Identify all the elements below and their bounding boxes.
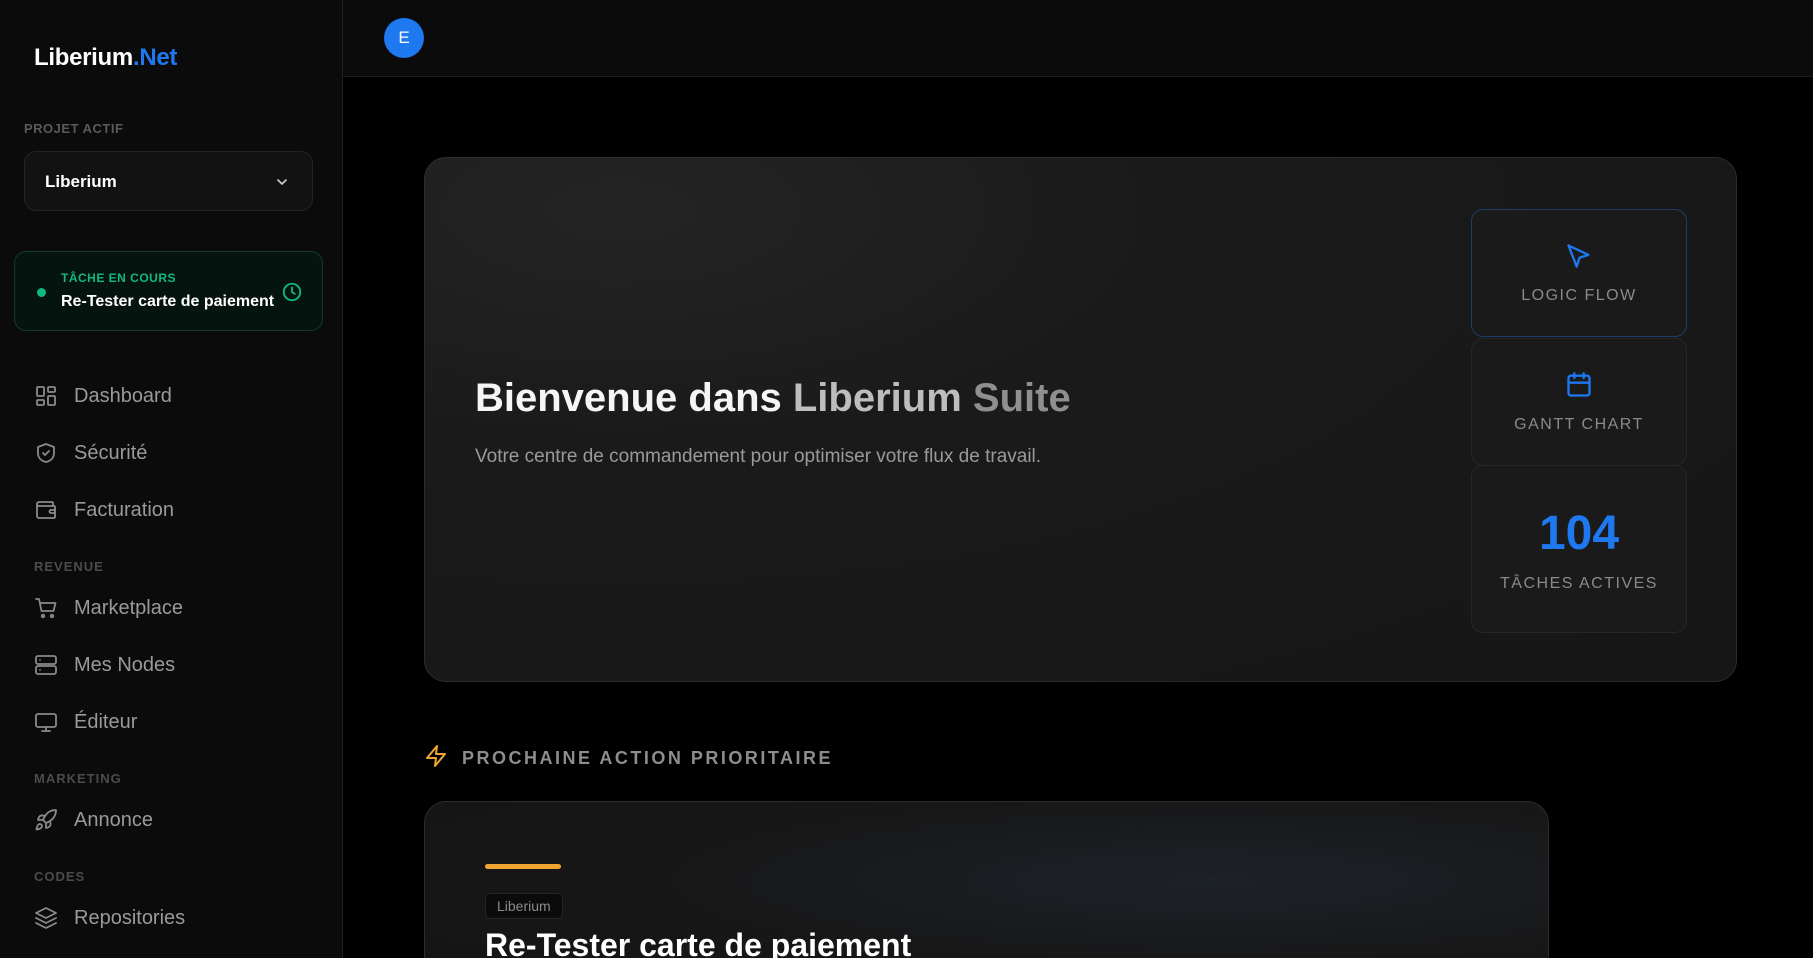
logic-flow-tile[interactable]: LOGIC FLOW <box>1471 209 1687 337</box>
server-icon <box>34 653 58 677</box>
sidebar-item-label: Repositories <box>74 906 186 929</box>
app-logo[interactable]: Liberium.Net <box>34 44 177 72</box>
sidebar-item-label: Mes Nodes <box>74 653 176 676</box>
sidebar-item-facturation[interactable]: Facturation <box>34 495 174 525</box>
dashboard-icon <box>34 384 58 408</box>
hero-title-part3: Suite <box>961 376 1071 420</box>
topbar: E <box>343 0 1813 77</box>
sidebar-item-label: Éditeur <box>74 710 138 733</box>
next-action-heading-text: PROCHAINE ACTION PRIORITAIRE <box>462 748 834 768</box>
current-task-name: Re-Tester carte de paiement <box>61 293 275 310</box>
current-task-label: TÂCHE EN COURS <box>61 271 177 285</box>
cart-icon <box>34 596 58 620</box>
logo-accent: .Net <box>132 44 178 71</box>
logo-text: Liberium <box>34 44 133 71</box>
sidebar-item-label: Dashboard <box>74 384 172 407</box>
hero-subtitle: Votre centre de commandement pour optimi… <box>475 446 1042 467</box>
project-select[interactable]: Liberium <box>24 151 313 211</box>
next-action-card[interactable]: Liberium Re-Tester carte de paiement <box>424 801 1549 958</box>
lightning-icon <box>424 744 448 773</box>
active-tasks-label: TÂCHES ACTIVES <box>1500 574 1658 592</box>
sidebar: Liberium.Net PROJET ACTIF Liberium TÂCHE… <box>0 0 343 958</box>
next-action-title: Re-Tester carte de paiement <box>485 927 912 958</box>
sidebar-item-editeur[interactable]: Éditeur <box>34 707 137 737</box>
project-label: PROJET ACTIF <box>24 121 124 136</box>
sidebar-item-label: Annonce <box>74 808 153 831</box>
clock-icon[interactable] <box>281 281 303 308</box>
sidebar-item-mes-nodes[interactable]: Mes Nodes <box>34 650 175 680</box>
sidebar-item-label: Sécurité <box>74 441 148 464</box>
chevron-down-icon <box>274 174 290 195</box>
sidebar-item-label: Facturation <box>74 498 175 521</box>
status-dot <box>37 288 46 297</box>
avatar[interactable]: E <box>384 18 424 58</box>
shield-icon <box>34 441 58 465</box>
hero-title-part1: Bienvenue dans <box>475 376 793 420</box>
welcome-hero: Bienvenue dans Liberium Suite Votre cent… <box>424 157 1737 682</box>
calendar-icon <box>1565 371 1593 404</box>
wallet-icon <box>34 498 58 522</box>
gantt-chart-label: GANTT CHART <box>1514 415 1644 433</box>
project-tag: Liberium <box>485 893 563 919</box>
cursor-arrow-icon <box>1565 242 1593 275</box>
next-action-heading: PROCHAINE ACTION PRIORITAIRE <box>424 744 833 773</box>
active-tasks-count: 104 <box>1538 506 1620 560</box>
sidebar-item-marketplace[interactable]: Marketplace <box>34 593 183 623</box>
gantt-chart-tile[interactable]: GANTT CHART <box>1471 338 1687 466</box>
monitor-icon <box>34 710 58 734</box>
project-select-value: Liberium <box>45 172 117 191</box>
app-root: Liberium.Net PROJET ACTIF Liberium TÂCHE… <box>0 0 1813 958</box>
logic-flow-label: LOGIC FLOW <box>1521 286 1637 304</box>
section-revenue: REVENUE <box>34 559 104 574</box>
active-tasks-tile[interactable]: 104 TÂCHES ACTIVES <box>1471 465 1687 633</box>
priority-bar <box>485 864 561 869</box>
sidebar-item-annonce[interactable]: Annonce <box>34 805 153 835</box>
section-codes: CODES <box>34 869 86 884</box>
layers-icon <box>34 906 58 930</box>
sidebar-item-repositories[interactable]: Repositories <box>34 903 185 933</box>
sidebar-item-label: Marketplace <box>74 596 183 619</box>
hero-title-part2: Liberium <box>792 376 962 420</box>
rocket-icon <box>34 808 58 832</box>
current-task-card[interactable]: TÂCHE EN COURS Re-Tester carte de paieme… <box>14 251 323 331</box>
section-marketing: MARKETING <box>34 771 122 786</box>
sidebar-item-securite[interactable]: Sécurité <box>34 438 147 468</box>
sidebar-item-dashboard[interactable]: Dashboard <box>34 381 172 411</box>
hero-title: Bienvenue dans Liberium Suite <box>475 376 1071 421</box>
